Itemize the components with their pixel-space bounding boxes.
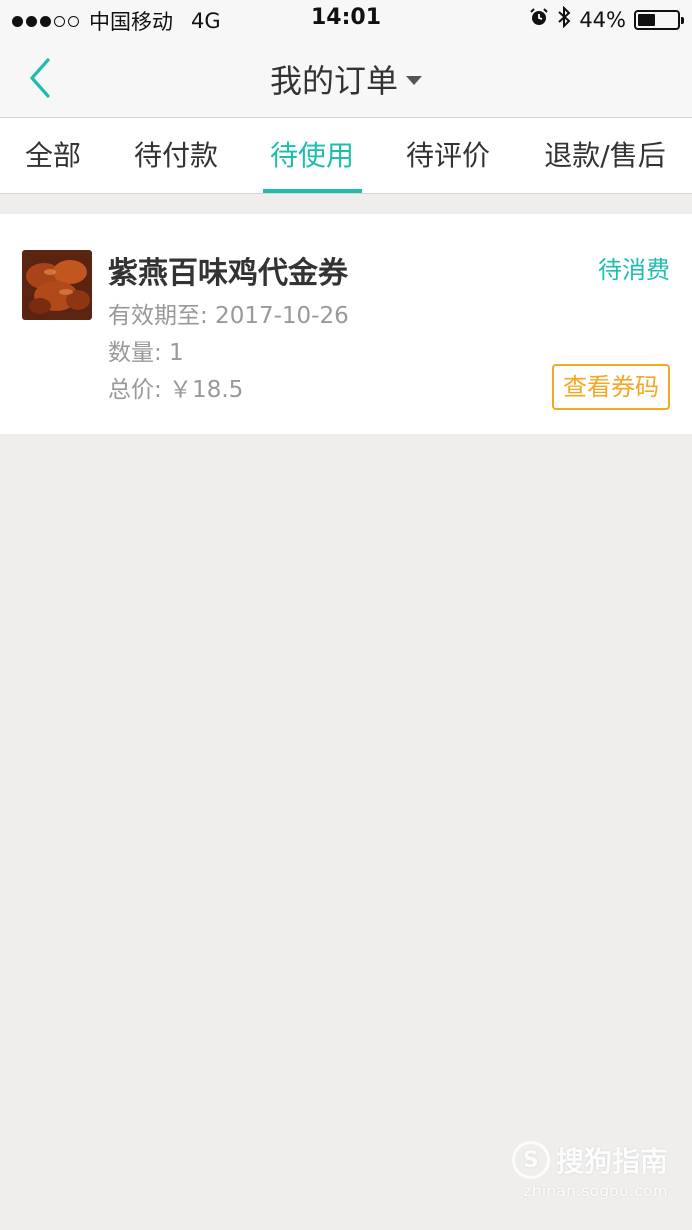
sogou-logo-icon: S [511, 1141, 550, 1179]
watermark-brand-text: 搜狗指南 [555, 1145, 668, 1178]
status-bar: 中国移动 4G 14:01 44% [0, 0, 692, 38]
watermark-brand: S 搜狗指南 [511, 1140, 668, 1180]
order-filter-dropdown[interactable]: 我的订单 [0, 56, 692, 102]
battery-percent: 44% [579, 7, 626, 32]
order-card[interactable]: 紫燕百味鸡代金券 待消费 有效期至: 2017-10-26 数量: 1 总价: … [0, 214, 692, 434]
order-quantity: 数量: 1 [108, 340, 184, 366]
order-status: 待消费 [598, 256, 670, 284]
status-right: 44% [529, 5, 684, 33]
page-title: 我的订单 [269, 62, 398, 100]
battery-icon [634, 9, 684, 30]
watermark: S 搜狗指南 zhinan.sogou.com [511, 1140, 668, 1200]
tab-pending-payment[interactable]: 待付款 [106, 118, 246, 194]
tab-refund-aftersales[interactable]: 退款/售后 [518, 118, 692, 194]
caret-down-icon [406, 75, 422, 85]
product-thumbnail [22, 250, 92, 320]
active-tab-indicator [263, 189, 362, 193]
tab-pending-review[interactable]: 待评价 [378, 118, 518, 194]
order-tabs: 全部 待付款 待使用 待评价 退款/售后 [0, 118, 692, 194]
order-validity: 有效期至: 2017-10-26 [108, 303, 349, 329]
bluetooth-icon [557, 5, 571, 33]
watermark-url: zhinan.sogou.com [523, 1182, 668, 1200]
view-voucher-code-button[interactable]: 查看券码 [552, 364, 670, 410]
order-title: 紫燕百味鸡代金券 [108, 256, 348, 291]
order-total: 总价: ￥18.5 [108, 377, 244, 403]
nav-bar: 我的订单 [0, 38, 692, 118]
alarm-icon [529, 7, 549, 32]
tab-pending-use[interactable]: 待使用 [246, 118, 378, 194]
tab-all[interactable]: 全部 [0, 118, 106, 194]
battery-fill [638, 13, 655, 26]
